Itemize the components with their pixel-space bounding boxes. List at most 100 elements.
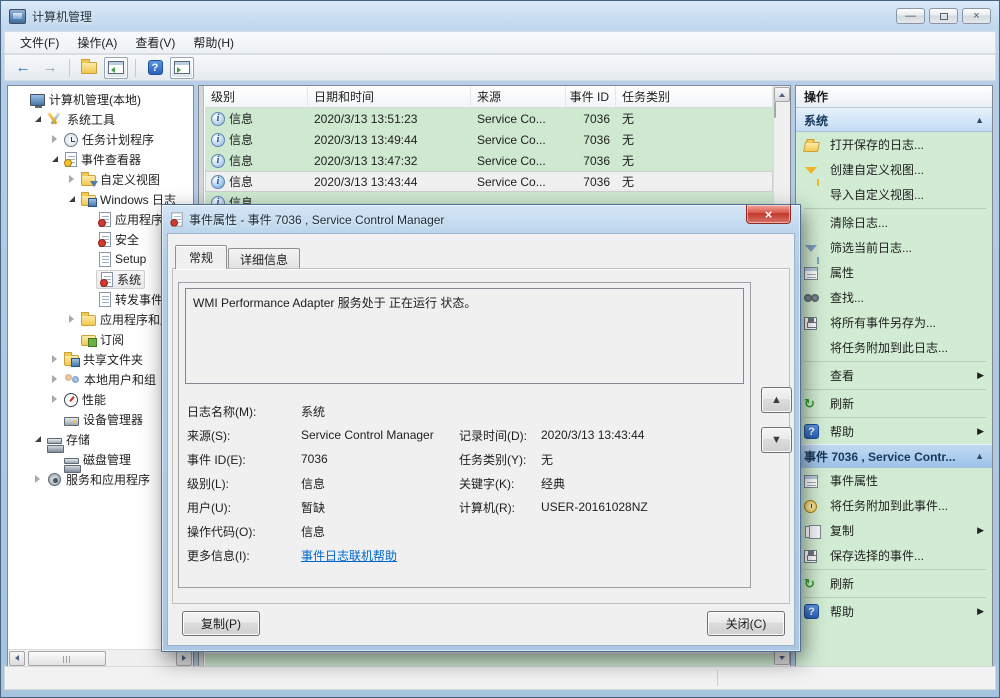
show-console-window-icon [108,61,124,74]
restore-button[interactable] [929,8,958,24]
expander-collapsed-icon[interactable] [65,175,78,183]
back-arrow-button[interactable]: ← [11,57,35,79]
menu-item-2[interactable]: 查看(V) [126,32,184,53]
tree-item-content: 计算机管理(本地) [27,91,144,108]
log-alert-icon [101,272,113,287]
column-header-4[interactable]: 任务类别 [616,86,773,107]
titlebar: 计算机管理 — × [1,1,999,31]
action-item[interactable]: ?帮助▶ [796,419,992,444]
action-item[interactable]: 保存选择的事件... [796,543,992,568]
scroll-right-button[interactable] [176,651,192,666]
expander-collapsed-icon[interactable] [31,475,44,483]
section-header-0[interactable]: 系统▲ [796,108,992,132]
toolbar-separator [69,59,70,77]
action-item[interactable]: 将任务附加到此事件... [796,493,992,518]
tree-item-label: Setup [115,252,146,266]
expander-expanded-icon[interactable] [31,116,44,122]
tree-item-label: 共享文件夹 [83,351,143,368]
copy-button[interactable]: 复制(P) [182,611,260,636]
action-item[interactable]: ↻刷新 [796,571,992,596]
event-row[interactable]: i信息2020/3/13 13:43:44Service Co...7036无 [205,171,773,192]
action-icon-slot [804,243,830,252]
up-arrow-icon [779,93,785,97]
tree-item-label: 自定义视图 [100,171,160,188]
action-item[interactable]: 打开保存的日志... [796,132,992,157]
menu-item-3[interactable]: 帮助(H) [184,32,243,53]
action-label: 清除日志... [830,214,888,231]
scroll-down-button[interactable] [774,650,790,665]
action-item[interactable]: 将任务附加到此日志... [796,335,992,360]
column-header-3[interactable]: 事件 ID [566,86,616,107]
export-folder-button[interactable] [77,57,101,79]
column-header-0[interactable]: 级别 [205,86,308,107]
event-row[interactable]: i信息2020/3/13 13:49:44Service Co...7036无 [205,129,773,150]
expander-collapsed-icon[interactable] [48,135,61,143]
expander-collapsed-icon[interactable] [48,395,61,403]
scroll-up-button[interactable] [774,87,790,102]
tree-item-content: 订阅 [78,331,127,348]
action-item[interactable]: 属性 [796,260,992,285]
show-console-window-button[interactable] [104,57,128,79]
dialog-close-button[interactable]: × [746,205,791,224]
close-button[interactable]: × [962,8,991,24]
action-item[interactable]: 查看▶ [796,363,992,388]
column-header-2[interactable]: 来源 [471,86,566,107]
help-button[interactable]: ? [143,57,167,79]
forward-arrow-button[interactable]: → [38,57,62,79]
event-id-cell: 7036 [566,175,616,189]
action-item[interactable]: 将所有事件另存为... [796,310,992,335]
tree-item-system-tools[interactable]: 系统工具 [8,109,193,129]
close-button[interactable]: 关闭(C) [707,611,785,636]
menu-item-1[interactable]: 操作(A) [68,32,126,53]
section-header-1[interactable]: 事件 7036 , Service Contr...▲ [796,444,992,468]
tree-item-custom-views[interactable]: 自定义视图 [8,169,193,189]
previous-event-button[interactable]: ▲ [761,387,792,413]
column-header-1[interactable]: 日期和时间 [308,86,471,107]
action-label: 将任务附加到此事件... [830,497,948,514]
tree-item-content: 系统 [96,270,145,289]
scroll-left-button[interactable] [9,651,25,666]
action-label: 将所有事件另存为... [830,314,936,331]
scroll-thumb[interactable] [28,651,106,666]
action-item[interactable]: 复制▶ [796,518,992,543]
expander-expanded-icon[interactable] [48,156,61,162]
action-item[interactable]: 查找... [796,285,992,310]
action-label: 刷新 [830,395,854,412]
window-title: 计算机管理 [32,8,92,25]
tree-item-computer[interactable]: 计算机管理(本地) [8,89,193,109]
minimize-button[interactable]: — [896,8,925,24]
online-help-link[interactable]: 事件日志联机帮助 [301,547,459,564]
expander-expanded-icon[interactable] [31,436,44,442]
action-item[interactable]: 事件属性 [796,468,992,493]
event-datetime-cell: 2020/3/13 13:49:44 [308,133,471,147]
expander-collapsed-icon[interactable] [48,375,61,383]
event-level: 信息 [229,173,253,190]
action-label: 创建自定义视图... [830,161,924,178]
submenu-arrow-icon: ▶ [977,525,984,536]
action-item[interactable]: 导入自定义视图... [796,182,992,207]
tree-item-task-scheduler[interactable]: 任务计划程序 [8,129,193,149]
action-item[interactable]: 筛选当前日志... [796,235,992,260]
field-label: 级别(L): [187,475,301,492]
event-row[interactable]: i信息2020/3/13 13:47:32Service Co...7036无 [205,150,773,171]
field-row: 用户(U):暂缺计算机(R):USER-20161028NZ [187,495,746,519]
action-item[interactable]: 清除日志... [796,210,992,235]
tree-item-event-viewer[interactable]: 事件查看器 [8,149,193,169]
tree-item-content: 服务和应用程序 [44,471,153,488]
action-item[interactable]: ?帮助▶ [796,599,992,624]
expander-expanded-icon[interactable] [65,196,78,202]
event-row[interactable]: i信息2020/3/13 13:51:23Service Co...7036无 [205,108,773,129]
expander-collapsed-icon[interactable] [48,355,61,363]
event-description-box[interactable]: WMI Performance Adapter 服务处于 正在运行 状态。 [185,288,744,384]
tab-details[interactable]: 详细信息 [228,248,300,269]
next-event-button[interactable]: ▼ [761,427,792,453]
dialog-body: 常规 详细信息 WMI Performance Adapter 服务处于 正在运… [167,233,795,646]
expander-collapsed-icon[interactable] [65,315,78,323]
action-item[interactable]: ↻刷新 [796,391,992,416]
action-item[interactable]: 创建自定义视图... [796,157,992,182]
scroll-thumb[interactable] [774,102,776,118]
menu-item-0[interactable]: 文件(F) [11,32,68,53]
action-divider [804,597,986,598]
tab-general[interactable]: 常规 [175,245,227,269]
show-action-pane-button[interactable] [170,57,194,79]
